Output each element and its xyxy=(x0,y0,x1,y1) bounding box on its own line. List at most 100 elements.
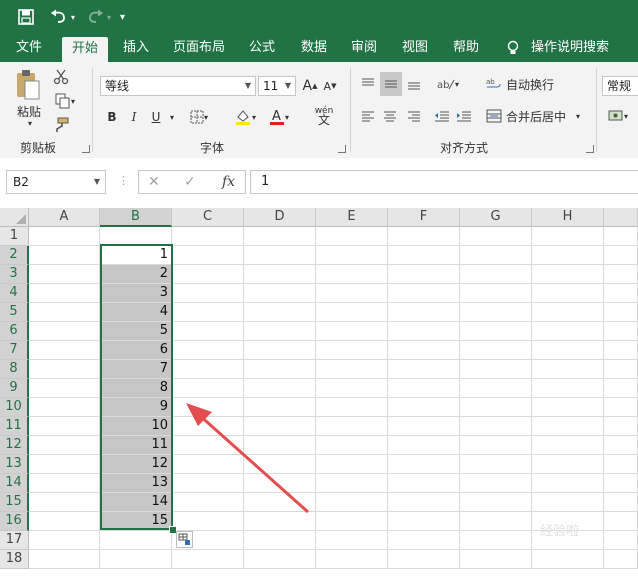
cell-f11[interactable] xyxy=(388,417,460,436)
cell-a16[interactable] xyxy=(29,512,100,531)
select-all-corner[interactable] xyxy=(0,208,29,227)
cell-h11[interactable] xyxy=(532,417,604,436)
cell-a4[interactable] xyxy=(29,284,100,303)
cell-f18[interactable] xyxy=(388,550,460,569)
cell-d18[interactable] xyxy=(244,550,316,569)
merge-center-button[interactable]: 合并后居中 ▾ xyxy=(486,106,586,126)
name-box[interactable]: B2 ▼ xyxy=(6,170,106,194)
tell-me-search[interactable]: 操作说明搜索 xyxy=(528,34,612,62)
cell-e2[interactable] xyxy=(316,246,388,265)
redo-icon[interactable]: ▾ xyxy=(86,6,111,28)
align-middle-icon[interactable] xyxy=(380,72,402,96)
row-header-2[interactable]: 2 xyxy=(0,246,29,265)
cell-g12[interactable] xyxy=(460,436,532,455)
cell-f14[interactable] xyxy=(388,474,460,493)
cell-c3[interactable] xyxy=(172,265,244,284)
cell-b13[interactable]: 12 xyxy=(100,455,172,474)
cell-e6[interactable] xyxy=(316,322,388,341)
decrease-indent-icon[interactable] xyxy=(432,106,452,126)
clipboard-launcher-icon[interactable] xyxy=(82,145,90,153)
font-launcher-icon[interactable] xyxy=(338,145,346,153)
align-top-icon[interactable] xyxy=(358,74,378,94)
cell-g6[interactable] xyxy=(460,322,532,341)
save-icon[interactable] xyxy=(18,6,34,28)
cell-b1[interactable] xyxy=(100,227,172,246)
borders-icon[interactable]: ▾ xyxy=(188,108,210,126)
cell-i10[interactable] xyxy=(604,398,638,417)
cell-g16[interactable] xyxy=(460,512,532,531)
tab-page-layout[interactable]: 页面布局 xyxy=(168,34,230,62)
cell-d2[interactable] xyxy=(244,246,316,265)
cell-h18[interactable] xyxy=(532,550,604,569)
column-header-g[interactable]: G xyxy=(460,208,532,227)
column-header-a[interactable]: A xyxy=(29,208,100,227)
bold-button[interactable]: B xyxy=(104,108,120,126)
column-header-h[interactable]: H xyxy=(532,208,604,227)
row-header-1[interactable]: 1 xyxy=(0,227,29,246)
cell-a13[interactable] xyxy=(29,455,100,474)
cell-f8[interactable] xyxy=(388,360,460,379)
cell-a2[interactable] xyxy=(29,246,100,265)
column-header-c[interactable]: C xyxy=(172,208,244,227)
cell-f13[interactable] xyxy=(388,455,460,474)
column-header-b[interactable]: B xyxy=(100,208,172,227)
cell-c11[interactable] xyxy=(172,417,244,436)
cell-e18[interactable] xyxy=(316,550,388,569)
cell-b16[interactable]: 15 xyxy=(100,512,172,531)
cell-i15[interactable] xyxy=(604,493,638,512)
merge-dropdown-icon[interactable]: ▾ xyxy=(576,112,580,121)
row-header-6[interactable]: 6 xyxy=(0,322,29,341)
cell-c8[interactable] xyxy=(172,360,244,379)
alignment-launcher-icon[interactable] xyxy=(586,145,594,153)
cell-e9[interactable] xyxy=(316,379,388,398)
cell-c16[interactable] xyxy=(172,512,244,531)
cell-h5[interactable] xyxy=(532,303,604,322)
cell-b4[interactable]: 3 xyxy=(100,284,172,303)
cell-g10[interactable] xyxy=(460,398,532,417)
cell-a11[interactable] xyxy=(29,417,100,436)
cell-d9[interactable] xyxy=(244,379,316,398)
cell-f4[interactable] xyxy=(388,284,460,303)
cell-c13[interactable] xyxy=(172,455,244,474)
grow-font-button[interactable]: A ▲ xyxy=(302,76,318,96)
align-bottom-icon[interactable] xyxy=(404,74,424,94)
cut-icon[interactable] xyxy=(52,68,70,86)
cell-d17[interactable] xyxy=(244,531,316,550)
cell-e1[interactable] xyxy=(316,227,388,246)
cell-b2[interactable]: 1 xyxy=(100,246,172,265)
cell-b11[interactable]: 10 xyxy=(100,417,172,436)
phonetic-guide-icon[interactable]: wén 文 xyxy=(306,104,342,128)
row-header-18[interactable]: 18 xyxy=(0,550,29,569)
cell-c4[interactable] xyxy=(172,284,244,303)
cell-a6[interactable] xyxy=(29,322,100,341)
cell-a7[interactable] xyxy=(29,341,100,360)
column-header-partial[interactable] xyxy=(604,208,638,227)
cell-h12[interactable] xyxy=(532,436,604,455)
cell-a14[interactable] xyxy=(29,474,100,493)
cell-e12[interactable] xyxy=(316,436,388,455)
row-header-15[interactable]: 15 xyxy=(0,493,29,512)
cell-d11[interactable] xyxy=(244,417,316,436)
quick-analysis-icon[interactable] xyxy=(176,531,193,548)
cell-g14[interactable] xyxy=(460,474,532,493)
cell-f17[interactable] xyxy=(388,531,460,550)
cell-a17[interactable] xyxy=(29,531,100,550)
cell-b6[interactable]: 5 xyxy=(100,322,172,341)
cell-a1[interactable] xyxy=(29,227,100,246)
cell-h9[interactable] xyxy=(532,379,604,398)
cell-g4[interactable] xyxy=(460,284,532,303)
insert-function-button[interactable]: fx xyxy=(222,174,235,190)
cell-a18[interactable] xyxy=(29,550,100,569)
row-header-11[interactable]: 11 xyxy=(0,417,29,436)
cell-a5[interactable] xyxy=(29,303,100,322)
cell-i4[interactable] xyxy=(604,284,638,303)
cell-e11[interactable] xyxy=(316,417,388,436)
underline-dropdown-icon[interactable]: ▾ xyxy=(166,108,178,126)
fill-color-icon[interactable]: ▾ xyxy=(230,106,260,128)
cell-i18[interactable] xyxy=(604,550,638,569)
cell-c12[interactable] xyxy=(172,436,244,455)
cell-c10[interactable] xyxy=(172,398,244,417)
cell-h4[interactable] xyxy=(532,284,604,303)
cell-h2[interactable] xyxy=(532,246,604,265)
cell-i3[interactable] xyxy=(604,265,638,284)
